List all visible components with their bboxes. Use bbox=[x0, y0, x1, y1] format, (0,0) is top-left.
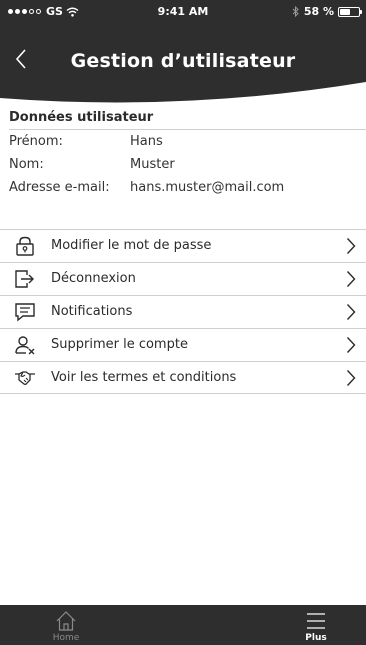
field-value: hans.muster@mail.com bbox=[130, 180, 285, 195]
home-icon bbox=[56, 611, 76, 631]
tab-more[interactable]: Plus bbox=[286, 605, 346, 645]
bluetooth-icon bbox=[292, 6, 299, 17]
field-label: Prénom: bbox=[9, 134, 63, 149]
menu-icon bbox=[307, 613, 325, 629]
field-label: Nom: bbox=[9, 157, 44, 172]
user-data-title: Données utilisateur bbox=[9, 110, 154, 125]
battery-icon bbox=[338, 6, 362, 17]
field-label: Adresse e-mail: bbox=[9, 180, 110, 195]
chevron-right-icon bbox=[346, 337, 356, 353]
battery-percent: 58 % bbox=[303, 5, 334, 18]
handshake-icon bbox=[15, 371, 35, 385]
menu-item-label: Modifier le mot de passe bbox=[51, 238, 212, 253]
menu-item-label: Déconnexion bbox=[51, 271, 136, 286]
tab-bar: Home Plus bbox=[0, 605, 366, 645]
menu-item-notifications[interactable]: Notifications bbox=[0, 295, 366, 328]
menu-item-logout[interactable]: Déconnexion bbox=[0, 262, 366, 295]
menu-item-label: Supprimer le compte bbox=[51, 337, 188, 352]
chevron-right-icon bbox=[346, 370, 356, 386]
divider bbox=[9, 129, 366, 130]
phone-screen: GS 9:41 AM 58 % Gestion d’utilisateur Do… bbox=[0, 0, 366, 645]
menu-item-change-password[interactable]: Modifier le mot de passe bbox=[0, 229, 366, 262]
message-icon bbox=[15, 303, 35, 322]
status-right: 58 % bbox=[292, 5, 362, 18]
field-value: Hans bbox=[130, 134, 163, 149]
chevron-right-icon bbox=[346, 304, 356, 320]
settings-menu: Modifier le mot de passe Déconnexion Not… bbox=[0, 229, 366, 394]
menu-item-delete-account[interactable]: Supprimer le compte bbox=[0, 328, 366, 361]
status-bar: GS 9:41 AM 58 % bbox=[0, 0, 366, 22]
battery-fill bbox=[340, 8, 350, 15]
delete-user-icon bbox=[15, 336, 35, 355]
tab-home-label: Home bbox=[52, 633, 80, 643]
page-title: Gestion d’utilisateur bbox=[70, 50, 296, 72]
field-value: Muster bbox=[130, 157, 175, 172]
tab-more-label: Plus bbox=[305, 633, 327, 643]
menu-item-label: Notifications bbox=[51, 304, 133, 319]
chevron-right-icon bbox=[346, 271, 356, 287]
tab-home[interactable]: Home bbox=[36, 605, 96, 645]
menu-item-terms[interactable]: Voir les termes et conditions bbox=[0, 361, 366, 394]
logout-icon bbox=[15, 270, 34, 288]
chevron-right-icon bbox=[346, 238, 356, 254]
menu-item-label: Voir les termes et conditions bbox=[51, 370, 237, 385]
lock-icon bbox=[16, 236, 34, 256]
